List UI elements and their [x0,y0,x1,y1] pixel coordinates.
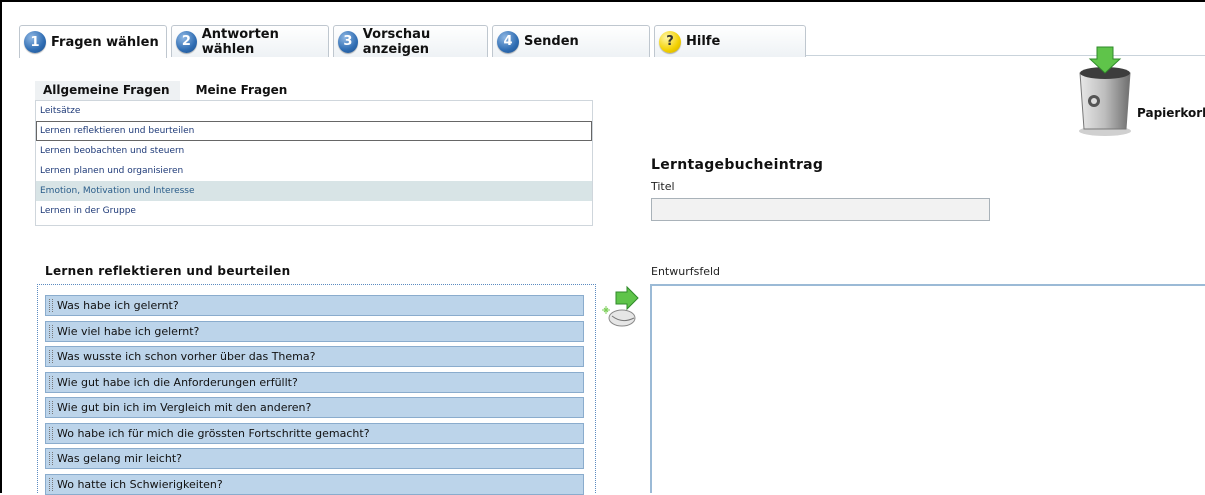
tab-separator [806,55,1205,56]
drag-handle-icon[interactable] [49,452,53,465]
question-text: Was gelang mir leicht? [57,452,182,465]
step-2-icon: 2 [176,30,197,53]
question-source-tabs: Allgemeine Fragen Meine Fragen [35,81,305,100]
title-input[interactable] [651,198,990,221]
question-item[interactable]: Wie gut habe ich die Anforderungen erfül… [45,372,584,393]
trash-icon[interactable] [1074,45,1136,137]
question-text: Was wusste ich schon vorher über das The… [57,350,316,363]
tab-senden[interactable]: 4 Senden [492,25,650,57]
tab-label: Vorschau anzeigen [362,26,431,57]
question-text: Was habe ich gelernt? [57,299,179,312]
move-to-draft-icon[interactable] [600,284,640,332]
question-text: Wo hatte ich Schwierigkeiten? [57,478,223,491]
tab-hilfe[interactable]: ? Hilfe [654,25,806,57]
drag-handle-icon[interactable] [49,350,53,363]
category-item[interactable]: Lernen reflektieren und beurteilen [36,121,592,141]
question-item[interactable]: Wo hatte ich Schwierigkeiten? [45,474,584,495]
question-item[interactable]: Was habe ich gelernt? [45,295,584,316]
tab-label: Senden [524,34,579,49]
draft-label: Entwurfsfeld [651,265,721,278]
entry-heading: Lerntagebucheintrag [651,157,824,173]
drag-handle-icon[interactable] [49,478,53,491]
tab-vorschau-anzeigen[interactable]: 3 Vorschau anzeigen [333,25,488,57]
category-list: Leitsätze Lernen reflektieren und beurte… [35,100,593,226]
trash-label: Papierkorb [1137,106,1205,120]
category-item[interactable]: Lernen in der Gruppe [36,201,592,221]
help-icon: ? [659,30,681,53]
category-item[interactable]: Lernen planen und organisieren [36,161,592,181]
draft-area[interactable] [650,284,1205,493]
tab-label: Hilfe [686,34,721,49]
category-item[interactable]: Emotion, Motivation und Interesse [36,181,592,201]
tab-fragen-waehlen[interactable]: 1 Fragen wählen [19,25,167,58]
tab-antworten-waehlen[interactable]: 2 Antworten wählen [171,25,329,57]
question-item[interactable]: Was wusste ich schon vorher über das The… [45,346,584,367]
tab-allgemeine-fragen[interactable]: Allgemeine Fragen [35,81,180,100]
drag-handle-icon[interactable] [49,376,53,389]
title-field-label: Titel [651,180,675,193]
question-item[interactable]: Wo habe ich für mich die grössten Fortsc… [45,423,584,444]
tab-label: Fragen wählen [51,34,159,50]
question-text: Wie gut bin ich im Vergleich mit den and… [57,401,312,414]
step-4-icon: 4 [497,30,519,53]
question-item[interactable]: Wie viel habe ich gelernt? [45,321,584,342]
question-item[interactable]: Was gelang mir leicht? [45,448,584,469]
drag-handle-icon[interactable] [49,427,53,440]
step-3-icon: 3 [338,30,358,53]
question-item[interactable]: Wie gut bin ich im Vergleich mit den and… [45,397,584,418]
drag-handle-icon[interactable] [49,401,53,414]
step-1-icon: 1 [24,31,46,53]
question-text: Wo habe ich für mich die grössten Fortsc… [57,427,370,440]
tab-meine-fragen[interactable]: Meine Fragen [188,81,298,100]
questions-heading: Lernen reflektieren und beurteilen [45,264,291,278]
question-text: Wie viel habe ich gelernt? [57,325,200,338]
drag-handle-icon[interactable] [49,299,53,312]
category-item[interactable]: Leitsätze [36,101,592,121]
question-list: Was habe ich gelernt? Wie viel habe ich … [37,284,596,495]
drag-handle-icon[interactable] [49,325,53,338]
question-text: Wie gut habe ich die Anforderungen erfül… [57,376,298,389]
tab-label: Antworten wählen [201,26,279,57]
category-item[interactable]: Lernen beobachten und steuern [36,141,592,161]
